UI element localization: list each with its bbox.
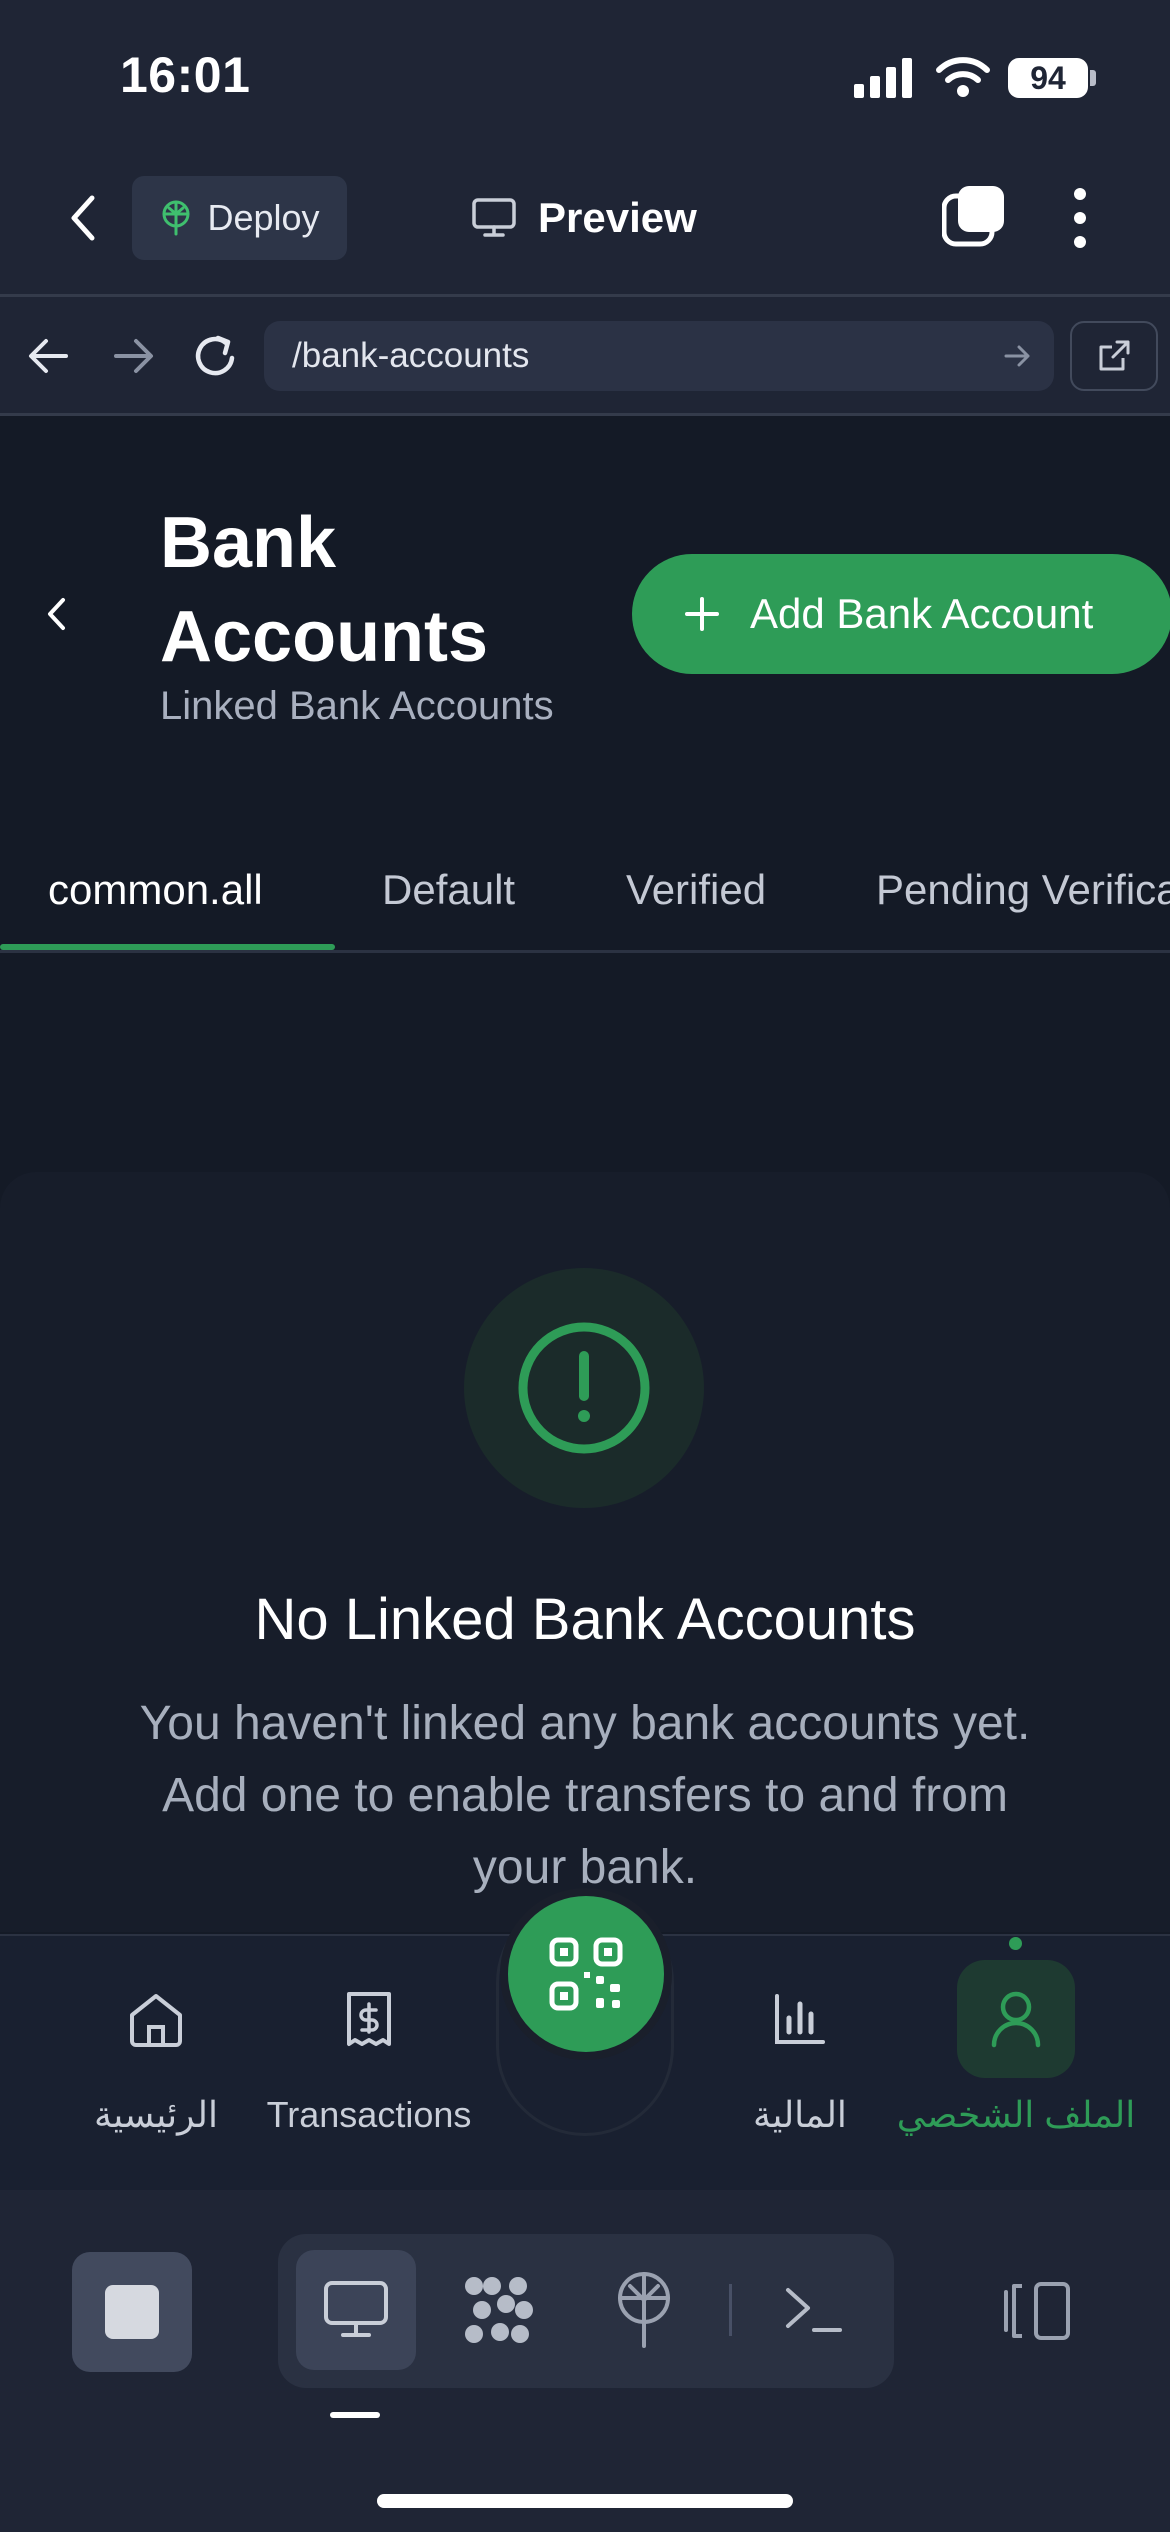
page-subtitle: Linked Bank Accounts: [160, 684, 554, 728]
browser-back-icon[interactable]: [26, 336, 70, 376]
preview-label: Preview: [538, 194, 697, 241]
monitor-icon: [324, 2281, 388, 2337]
monitor-icon: [472, 198, 516, 237]
tabs-switcher-icon[interactable]: [942, 184, 1006, 248]
alert-badge: [464, 1268, 704, 1508]
active-tab-indicator: [0, 944, 335, 950]
user-icon: [991, 1991, 1041, 2048]
add-bank-account-label: Add Bank Account: [750, 590, 1094, 637]
nav-item-finance[interactable]: المالية: [720, 1960, 880, 2160]
wifi-icon: [936, 57, 990, 97]
antenna-icon: [618, 2272, 670, 2348]
back-chevron-icon[interactable]: [64, 192, 104, 244]
nav-label-home: الرئيسية: [94, 2094, 218, 2135]
home-indicator: [377, 2494, 793, 2508]
open-external-button[interactable]: [1070, 321, 1158, 391]
cellular-signal-icon: [854, 58, 912, 98]
deploy-antenna-icon: [162, 200, 190, 236]
nav-item-home[interactable]: الرئيسية: [76, 1960, 236, 2160]
preview-tab[interactable]: Preview: [472, 190, 697, 246]
empty-state-description: You haven't linked any bank accounts yet…: [85, 1688, 1085, 1904]
reload-icon[interactable]: [192, 332, 240, 380]
receipt-icon-wrap: [310, 1960, 428, 2078]
url-field[interactable]: /bank-accounts: [264, 321, 1054, 391]
go-arrow-icon[interactable]: [1004, 344, 1032, 368]
page-title: Bank Accounts: [160, 496, 488, 684]
empty-state-title: No Linked Bank Accounts: [254, 1587, 916, 1652]
deploy-tool-button[interactable]: [584, 2250, 704, 2370]
terminal-icon: [786, 2288, 842, 2332]
qr-code-icon: [549, 1937, 623, 2011]
panel-toggle-icon[interactable]: [1000, 2280, 1072, 2342]
scan-qr-button[interactable]: [500, 1888, 672, 2060]
terminal-tool-button[interactable]: [754, 2250, 874, 2370]
battery-tip: [1090, 70, 1096, 86]
battery-indicator: 94: [1008, 58, 1088, 98]
more-vertical-icon[interactable]: [1066, 186, 1094, 250]
preview-tool-button[interactable]: [296, 2250, 416, 2370]
nav-item-profile[interactable]: الملف الشخصي: [897, 1960, 1135, 2160]
tab-default[interactable]: Default: [382, 866, 515, 926]
nav-label-profile: الملف الشخصي: [896, 2094, 1136, 2135]
stop-icon: [105, 2285, 159, 2339]
tool-separator: [729, 2284, 732, 2336]
stop-button[interactable]: [72, 2252, 192, 2372]
add-bank-account-button[interactable]: Add Bank Account: [632, 554, 1170, 674]
page-back-icon[interactable]: [44, 596, 70, 632]
user-icon-wrap: [957, 1960, 1075, 2078]
status-time: 16:01: [120, 47, 251, 103]
page-title-line: Bank: [160, 503, 337, 583]
tabs-border: [0, 950, 1170, 953]
nav-label-transactions: Transactions: [266, 2094, 472, 2135]
url-text: /bank-accounts: [292, 336, 530, 375]
chart-icon-wrap: [741, 1960, 859, 2078]
alert-circle-icon: [518, 1322, 650, 1454]
divider: [0, 413, 1170, 416]
home-icon: [130, 1994, 182, 2047]
blocks-icon: [465, 2277, 533, 2343]
tab-pending-verification[interactable]: Pending Verifica: [876, 866, 1170, 926]
browser-forward-icon[interactable]: [112, 336, 156, 376]
page-title-line: Accounts: [160, 597, 489, 677]
tab-verified[interactable]: Verified: [626, 866, 766, 926]
nav-item-transactions[interactable]: Transactions: [256, 1960, 482, 2160]
plus-icon: [685, 597, 719, 631]
receipt-dollar-icon: [347, 1992, 391, 2046]
empty-state-description-line: Add one to enable transfers to and from: [162, 1769, 1008, 1822]
empty-state-description-line: You haven't linked any bank accounts yet…: [139, 1697, 1031, 1750]
active-tool-indicator: [330, 2412, 380, 2418]
external-link-icon: [1099, 340, 1130, 371]
integrations-tool-button[interactable]: [440, 2250, 560, 2370]
home-icon-wrap: [97, 1960, 215, 2078]
bar-chart-icon: [775, 1994, 825, 2044]
tab-all[interactable]: common.all: [48, 866, 263, 926]
deploy-label: Deploy: [207, 197, 320, 238]
deploy-button[interactable]: Deploy: [132, 176, 347, 260]
nav-label-finance: المالية: [753, 2094, 847, 2135]
active-nav-dot: [1009, 1937, 1022, 1950]
